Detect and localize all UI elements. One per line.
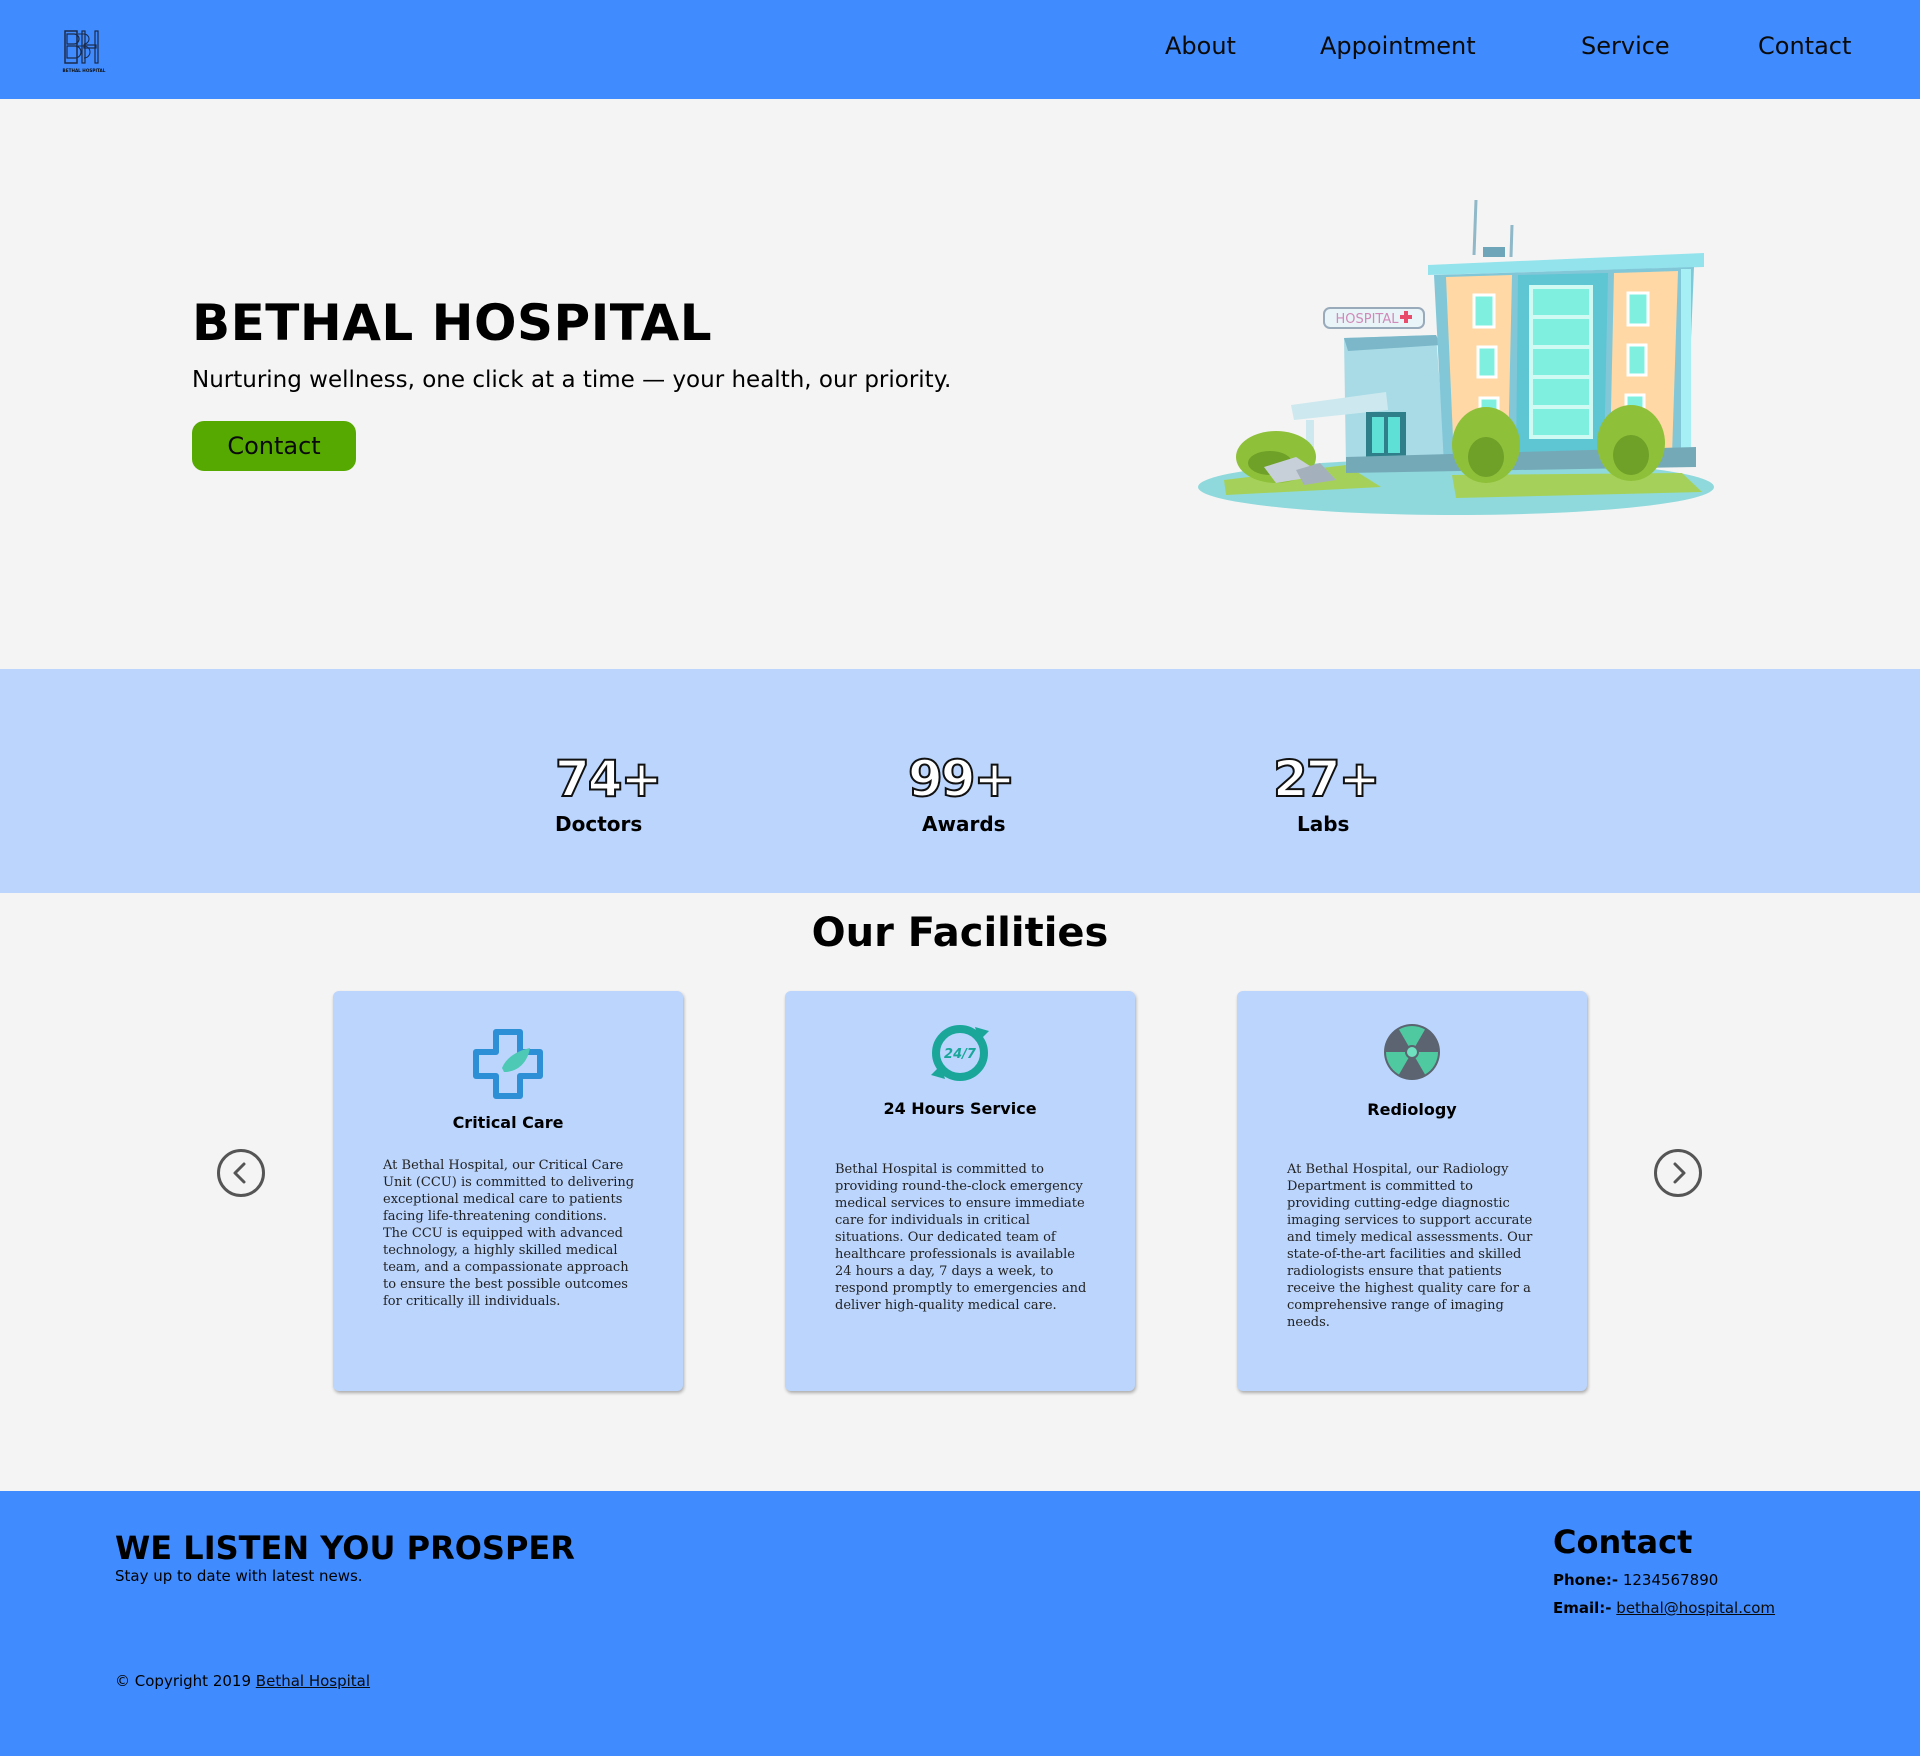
stat-labs-label: Labs [1297,812,1350,836]
stat-awards-value: 99+ [907,750,1017,808]
footer-phone: Phone:- 1234567890 [1553,1571,1718,1589]
svg-text:HOSPITAL: HOSPITAL [1335,312,1399,327]
carousel-next-button[interactable] [1654,1149,1702,1197]
copyright-text: © Copyright 2019 [115,1672,252,1690]
carousel-prev-button[interactable] [217,1149,265,1197]
footer-subtext: Stay up to date with latest news. [115,1567,363,1585]
chevron-right-icon [1673,1162,1686,1184]
phone-label: Phone:- [1553,1571,1619,1589]
stat-labs-value: 27+ [1272,750,1382,808]
nav-about-link[interactable]: About [1165,32,1236,60]
nav-contact-link[interactable]: Contact [1758,32,1851,60]
clock-24-7-icon: 24/7 [927,1021,993,1090]
stat-doctors-value: 74+ [554,750,664,808]
stat-awards-label: Awards [922,812,1006,836]
stat-doctors-label: Doctors [555,812,643,836]
copyright-link[interactable]: Bethal Hospital [256,1672,370,1690]
facility-card-title: Critical Care [452,1113,564,1132]
facility-card-description: At Bethal Hospital, our Radiology Depart… [1287,1162,1533,1330]
stat-doctors: 74+ Doctors [554,750,664,836]
svg-text:BETHAL HOSPITAL: BETHAL HOSPITAL [63,68,106,73]
facility-card-description: Bethal Hospital is committed to providin… [835,1162,1087,1313]
svg-text:24/7: 24/7 [944,1047,977,1062]
facility-card-description: At Bethal Hospital, our Critical Care Un… [383,1158,635,1309]
nav-appointment-link[interactable]: Appointment [1320,32,1476,60]
copyright: © Copyright 2019 Bethal Hospital [115,1672,370,1690]
phone-value: 1234567890 [1622,1571,1719,1589]
hero-subtitle: Nurturing wellness, one click at a time … [192,367,952,393]
email-label: Email:- [1553,1599,1612,1617]
stats-band: 74+ Doctors 99+ Awards 27+ Labs [0,669,1920,893]
facility-card-title: Rediology [1367,1100,1457,1119]
email-link[interactable]: bethal@hospital.com [1616,1599,1775,1617]
top-navbar: BETHAL HOSPITAL About Appointment Servic… [0,0,1920,99]
hospital-building-illustration: HOSPITAL [1196,195,1716,520]
hospital-logo[interactable]: BETHAL HOSPITAL [62,28,106,74]
facility-card-radiology[interactable]: Rediology At Bethal Hospital, our Radiol… [1237,991,1587,1391]
medical-cross-icon [472,1028,544,1105]
facilities-title: Our Facilities [811,910,1109,956]
facility-card-critical-care[interactable]: Critical Care At Bethal Hospital, our Cr… [333,991,683,1391]
nav-service-link[interactable]: Service [1581,32,1670,60]
radiation-icon [1382,1022,1442,1087]
footer-tagline: WE LISTEN YOU PROSPER [115,1529,575,1567]
hero-contact-button[interactable]: Contact [192,421,356,471]
stat-labs: 27+ Labs [1272,750,1382,836]
footer: WE LISTEN YOU PROSPER Stay up to date wi… [0,1491,1920,1756]
hero-title: BETHAL HOSPITAL [192,294,713,352]
facility-card-24-hours[interactable]: 24/7 24 Hours Service Bethal Hospital is… [785,991,1135,1391]
footer-contact-title: Contact [1553,1523,1693,1561]
stat-awards: 99+ Awards [907,750,1017,836]
footer-email: Email:- bethal@hospital.com [1553,1599,1775,1617]
facility-card-title: 24 Hours Service [883,1099,1037,1118]
chevron-left-icon [233,1162,246,1184]
